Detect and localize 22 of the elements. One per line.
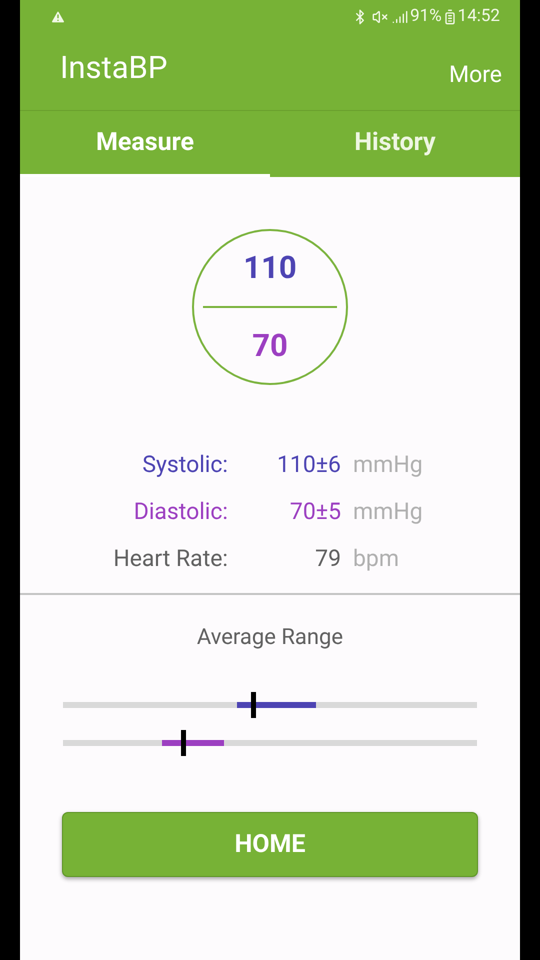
tab[interactable]: History — [270, 111, 520, 177]
app-title: InstaBP — [60, 48, 168, 88]
signal-icon — [392, 9, 408, 25]
more-button[interactable]: More — [449, 58, 502, 92]
mute-icon — [372, 9, 388, 25]
reading-value: 79 — [314, 544, 341, 574]
tab[interactable]: Measure — [20, 111, 270, 177]
reading-value: 70±5 — [288, 496, 341, 527]
battery-level: 91% — [410, 5, 442, 28]
warning-icon — [50, 9, 66, 25]
clock: 14:52 — [458, 5, 500, 28]
reading-unit: mmHg — [353, 496, 423, 527]
reading-value: 110±6 — [276, 450, 341, 480]
reading-label: Diastolic: — [132, 496, 228, 527]
reading-unit: bpm — [353, 544, 399, 574]
reading-label: Systolic: — [141, 450, 228, 480]
reading-unit: mmHg — [353, 450, 423, 480]
systolic-value: 110 — [243, 249, 297, 287]
home-button[interactable]: HOME — [62, 812, 478, 877]
reading-label: Heart Rate: — [112, 544, 228, 574]
diastolic-value: 70 — [252, 327, 288, 365]
section-title: Average Range — [196, 624, 344, 652]
